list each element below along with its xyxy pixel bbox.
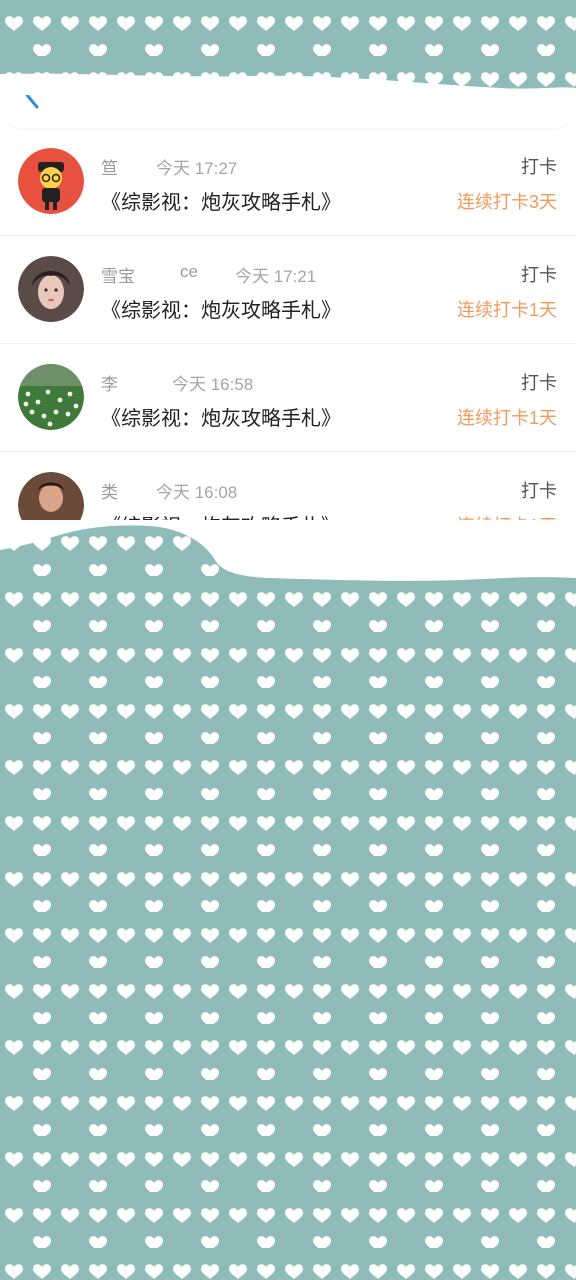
list-item[interactable]: 李 今天 16:58 《综影视：炮灰攻略手札》 打卡 连续打卡1天 xyxy=(0,344,576,452)
timestamp: 今天 17:21 xyxy=(235,267,317,286)
user-name[interactable]: 笪 xyxy=(101,154,118,179)
timestamp: 今天 16:58 xyxy=(172,375,254,394)
book-title[interactable]: 《综影视：炮灰攻略手札》 xyxy=(101,186,341,215)
torn-edge-top xyxy=(0,73,576,95)
user-name[interactable]: 类 xyxy=(101,478,118,503)
action-label: 打卡 xyxy=(521,265,557,285)
user-name-suffix: ce xyxy=(180,262,198,281)
avatar[interactable] xyxy=(18,148,84,214)
bottom-pattern-overlay xyxy=(0,520,576,1280)
avatar[interactable] xyxy=(18,364,84,430)
list-item[interactable]: 笪 今天 17:27 《综影视：炮灰攻略手札》 打卡 连续打卡3天 xyxy=(0,128,576,236)
user-name[interactable]: 李 xyxy=(101,370,118,395)
streak-label: 连续打卡3天 xyxy=(456,192,557,212)
list-item[interactable]: 雪宝 ce 今天 17:21 《综影视：炮灰攻略手札》 打卡 连续打卡1天 xyxy=(0,236,576,344)
action-label: 打卡 xyxy=(521,373,557,393)
avatar[interactable] xyxy=(18,256,84,322)
checkin-list: 笪 今天 17:27 《综影视：炮灰攻略手札》 打卡 连续打卡3天 雪宝 ce … xyxy=(0,128,576,560)
streak-label: 连续打卡1天 xyxy=(456,300,557,320)
timestamp: 今天 17:27 xyxy=(156,159,238,178)
streak-label: 连续打卡1天 xyxy=(456,408,557,428)
action-label: 打卡 xyxy=(521,157,557,177)
torn-edge-bottom xyxy=(0,520,576,581)
timestamp: 今天 16:08 xyxy=(156,483,238,502)
book-title[interactable]: 《综影视：炮灰攻略手札》 xyxy=(101,294,341,323)
action-label: 打卡 xyxy=(521,481,557,501)
top-pattern-band xyxy=(0,0,576,95)
book-title[interactable]: 《综影视：炮灰攻略手札》 xyxy=(101,402,341,431)
user-name[interactable]: 雪宝 xyxy=(101,262,135,287)
